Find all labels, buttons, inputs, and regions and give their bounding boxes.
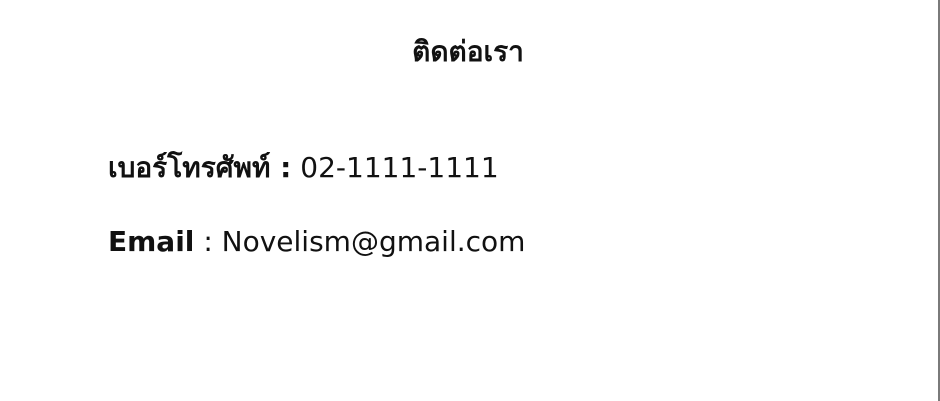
- contact-page: ติดต่อเรา เบอร์โทรศัพท์ : 02-1111-1111 E…: [0, 0, 940, 401]
- email-row: Email : Novelism@gmail.com: [108, 222, 525, 262]
- email-separator: :: [203, 225, 213, 258]
- email-label: Email: [108, 225, 195, 258]
- page-title: ติดต่อเรา: [412, 35, 524, 68]
- email-value: Novelism@gmail.com: [221, 225, 526, 258]
- phone-label: เบอร์โทรศัพท์ :: [108, 151, 292, 184]
- phone-row: เบอร์โทรศัพท์ : 02-1111-1111: [108, 148, 499, 188]
- phone-value: 02-1111-1111: [300, 151, 499, 184]
